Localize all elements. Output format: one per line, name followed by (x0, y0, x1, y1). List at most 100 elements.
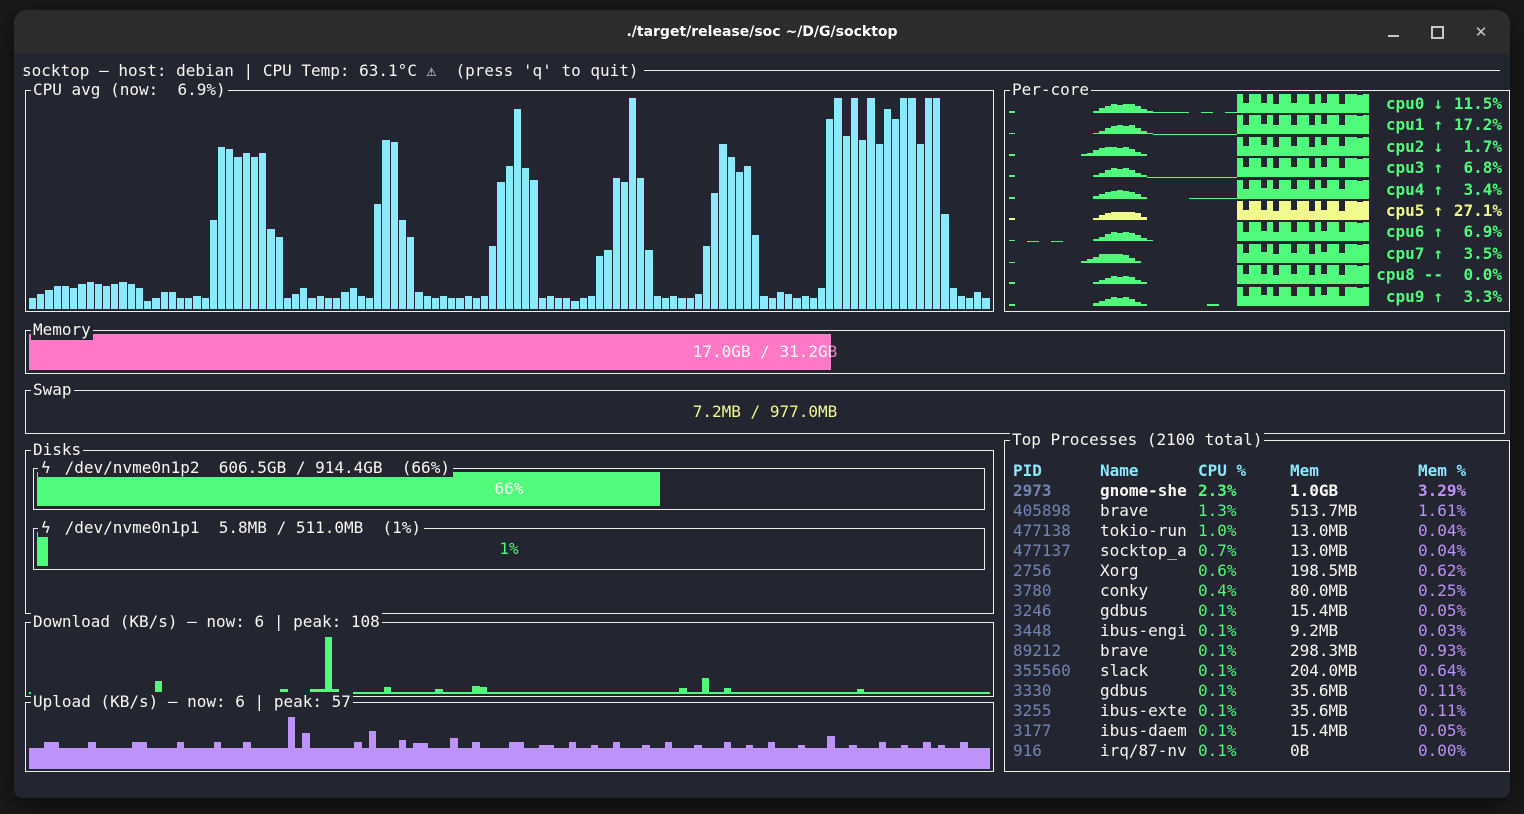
swap-gauge-label: 7.2MB / 977.0MB (29, 394, 1501, 430)
process-cell: 3177 (1013, 721, 1100, 741)
bolt-icon: ϟ (41, 458, 51, 477)
chart-bar (415, 292, 422, 309)
chart-bar (975, 748, 982, 769)
arrow-up-icon: ↑ (1433, 200, 1443, 221)
process-row: 477138tokio-run1.0%13.0MB0.04% (1013, 521, 1505, 541)
minimize-button[interactable] (1378, 17, 1408, 47)
terminal-content[interactable]: socktop — host: debian | CPU Temp: 63.1°… (14, 54, 1510, 798)
chart-bar (399, 692, 406, 694)
chart-bar (695, 294, 702, 309)
chart-bar (637, 178, 644, 309)
chart-bar (576, 748, 583, 769)
chart-bar (185, 298, 192, 309)
chart-bar (1363, 115, 1369, 134)
chart-bar (384, 748, 391, 769)
chart-bar (413, 692, 420, 694)
chart-bar (103, 286, 110, 309)
chart-bar (407, 237, 414, 309)
chart-bar (539, 298, 546, 309)
column-header: Mem (1290, 461, 1418, 481)
process-cell: gdbus (1100, 681, 1198, 701)
chart-bar (376, 748, 383, 769)
process-row: 355560slack0.1%204.0MB0.64% (1013, 661, 1505, 681)
window-titlebar[interactable]: ./target/release/soc ~/D/G/socktop ✕ (14, 10, 1510, 54)
chart-bar (524, 748, 531, 769)
maximize-button[interactable] (1422, 17, 1452, 47)
chart-bar (428, 748, 435, 769)
chart-bar (605, 692, 612, 694)
core-value: 3.4% (1448, 179, 1502, 200)
chart-bar (857, 689, 864, 694)
core-label: cpu2↓1.7% (1386, 136, 1502, 157)
process-cell: 3255 (1013, 701, 1100, 721)
core-name: cpu3 (1386, 157, 1425, 178)
chart-bar (679, 688, 686, 694)
chart-bar (45, 290, 52, 309)
chart-bar (162, 748, 169, 769)
chart-bar (678, 298, 685, 309)
process-cell: 15.4MB (1290, 721, 1418, 741)
chart-bar (369, 692, 376, 694)
chart-bar (487, 748, 494, 769)
chart-bar (1009, 154, 1015, 156)
chart-bar (931, 748, 938, 769)
process-cell: 405898 (1013, 501, 1100, 521)
chart-bar (443, 692, 450, 694)
chart-bar (662, 298, 669, 309)
core-name: cpu8 (1376, 264, 1415, 285)
chart-bar (916, 748, 923, 769)
process-cell: gnome-she (1100, 481, 1198, 501)
core-value: 6.8% (1448, 157, 1502, 178)
process-cell: Xorg (1100, 561, 1198, 581)
chart-bar (783, 748, 790, 769)
process-cell: 0.04% (1418, 521, 1505, 541)
chart-bar (867, 98, 874, 309)
process-cell: 0.1% (1198, 681, 1290, 701)
window-title: ./target/release/soc ~/D/G/socktop (626, 24, 897, 40)
chart-bar (953, 748, 960, 769)
column-header: PID (1013, 461, 1100, 481)
chart-bar (317, 748, 324, 769)
process-cell: 0.05% (1418, 721, 1505, 741)
chart-bar (598, 748, 605, 769)
core-value: 27.1% (1448, 200, 1502, 221)
process-cell: 3.29% (1418, 481, 1505, 501)
chart-bar (362, 692, 369, 694)
close-button[interactable]: ✕ (1466, 17, 1496, 47)
chart-bar (546, 745, 553, 769)
chart-bar (842, 692, 849, 694)
chart-bar (44, 742, 51, 769)
chart-bar (588, 296, 595, 309)
minimize-icon (1388, 35, 1399, 37)
chart-bar (206, 748, 213, 769)
chart-bar (892, 119, 899, 309)
chart-bar (702, 748, 709, 769)
chart-bar (155, 748, 162, 769)
chart-bar (849, 745, 856, 769)
core-sparkline (1009, 222, 1369, 241)
chart-bar (317, 296, 324, 309)
chart-bar (480, 748, 487, 769)
chart-bar (280, 748, 287, 769)
chart-bar (694, 745, 701, 769)
chart-bar (613, 742, 620, 769)
process-cell: 198.5MB (1290, 561, 1418, 581)
chart-bar (879, 692, 886, 694)
chart-bar (621, 182, 628, 309)
chart-bar (532, 692, 539, 694)
chart-bar (325, 298, 332, 309)
chart-bar (768, 742, 775, 769)
process-cell: 0.25% (1418, 581, 1505, 601)
process-cell: 204.0MB (1290, 661, 1418, 681)
chart-bar (908, 692, 915, 694)
chart-bar (339, 748, 346, 769)
chart-bar (613, 178, 620, 309)
core-sparkline (1009, 158, 1369, 177)
chart-bar (960, 742, 967, 769)
maximize-icon (1431, 26, 1444, 39)
chart-bar (465, 748, 472, 769)
process-cell: socktop_a (1100, 541, 1198, 561)
chart-bar (59, 748, 66, 769)
process-cell: 0.05% (1418, 601, 1505, 621)
chart-bar (1033, 241, 1039, 242)
